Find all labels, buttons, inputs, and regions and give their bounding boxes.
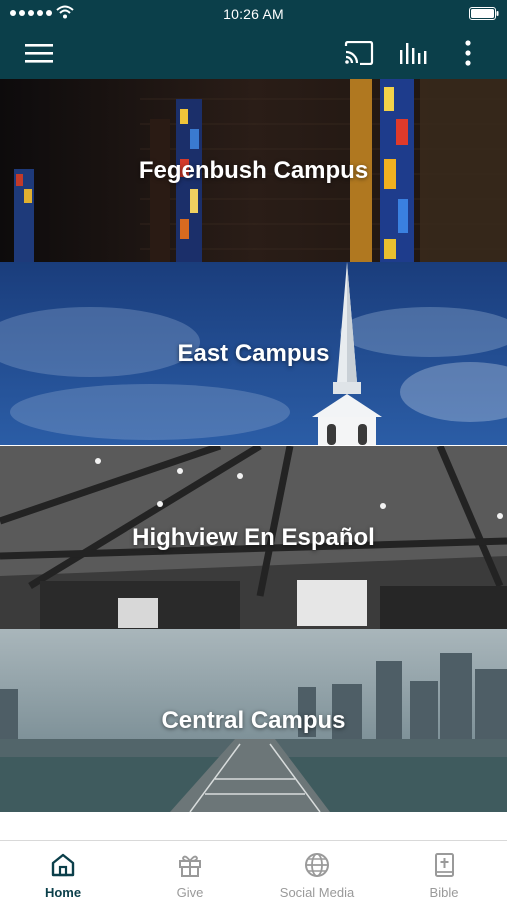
campus-tile-east[interactable]: East Campus	[0, 262, 507, 445]
nav-label-home: Home	[44, 885, 82, 900]
gift-icon	[179, 855, 201, 877]
home-icon	[51, 853, 75, 877]
campus-tile-fegenbush[interactable]: Fegenbush Campus	[0, 79, 507, 262]
campus-label: Central Campus	[161, 706, 346, 734]
nav-label-social-media: Social Media	[279, 885, 355, 900]
nav-item-social-media[interactable]: Social Media	[254, 841, 380, 900]
nav-item-bible[interactable]: Bible	[381, 841, 507, 900]
bible-icon	[435, 853, 454, 877]
campus-label: Highview En Español	[132, 523, 375, 551]
more-vertical-icon	[465, 40, 471, 66]
campus-label: Fegenbush Campus	[138, 156, 369, 184]
globe-icon	[305, 853, 329, 877]
nav-label-give: Give	[176, 885, 204, 900]
cast-icon	[344, 41, 374, 65]
audio-bars-icon	[400, 43, 427, 64]
hamburger-menu-icon	[25, 44, 53, 63]
bottom-navigation: Home Give Social Media Bible	[0, 840, 507, 900]
nav-item-give[interactable]: Give	[127, 841, 253, 900]
app-bar	[0, 28, 507, 79]
live-audio-button[interactable]	[398, 38, 430, 68]
nav-label-bible: Bible	[429, 885, 459, 900]
battery-icon	[469, 7, 499, 20]
campus-tile-central[interactable]: Central Campus	[0, 629, 507, 812]
nav-item-home[interactable]: Home	[0, 841, 126, 900]
status-time: 10:26 AM	[223, 6, 284, 22]
cast-button[interactable]	[343, 38, 375, 68]
menu-button[interactable]	[23, 38, 55, 68]
status-bar: 10:26 AM	[0, 0, 507, 28]
campus-label: East Campus	[177, 339, 330, 367]
more-options-button[interactable]	[452, 38, 484, 68]
campus-tile-highview[interactable]: Highview En Español	[0, 446, 507, 629]
